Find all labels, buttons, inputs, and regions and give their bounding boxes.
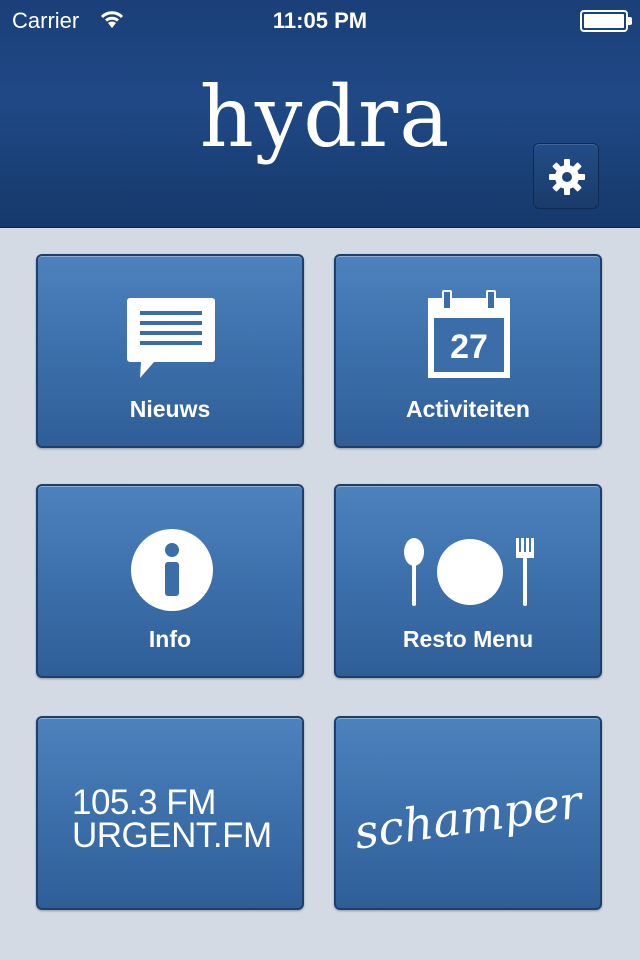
plate-cutlery-icon xyxy=(404,538,534,606)
tile-nieuws[interactable]: Nieuws xyxy=(36,254,304,448)
schamper-logo: schamper xyxy=(350,774,585,860)
news-message-icon xyxy=(127,298,215,378)
tile-activiteiten[interactable]: 27 Activiteiten xyxy=(334,254,602,448)
status-time: 11:05 PM xyxy=(272,8,368,33)
urgent-fm-frequency: 105.3 FM xyxy=(72,783,216,822)
battery-icon xyxy=(580,10,632,32)
gear-icon xyxy=(549,159,585,195)
tile-label: Nieuws xyxy=(129,396,211,422)
app-header: Carrier 11:05 PM hydra xyxy=(0,0,640,228)
tile-resto-menu[interactable]: Resto Menu xyxy=(334,484,602,678)
hydra-logo: hydra xyxy=(199,68,451,166)
tile-label: Resto Menu xyxy=(402,626,534,652)
info-icon xyxy=(131,529,213,611)
tile-urgent-fm[interactable]: 105.3 FM URGENT.FM xyxy=(36,716,304,910)
status-bar: Carrier 11:05 PM xyxy=(0,0,640,40)
battery-fill xyxy=(584,14,624,28)
tile-label: Activiteiten xyxy=(406,396,530,422)
tile-schamper[interactable]: schamper xyxy=(334,716,602,910)
tile-label: Info xyxy=(148,626,192,652)
tile-info[interactable]: Info xyxy=(36,484,304,678)
calendar-day: 27 xyxy=(450,328,488,366)
urgent-fm-logo: 105.3 FM URGENT.FM xyxy=(72,783,272,855)
urgent-fm-name: URGENT.FM xyxy=(72,816,272,855)
settings-button[interactable] xyxy=(533,143,599,209)
